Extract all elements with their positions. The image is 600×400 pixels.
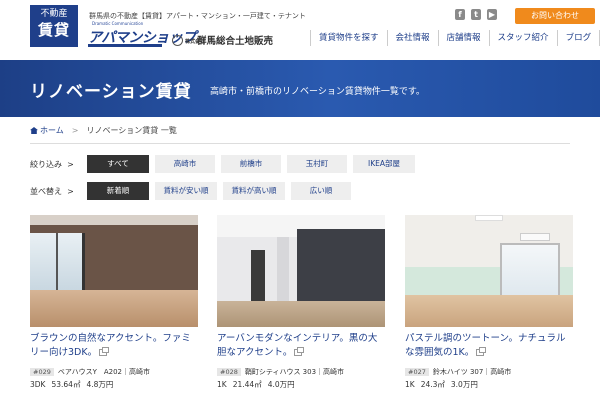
listing-name: 鞘町シティハウス 303｜高崎市 [244,368,345,376]
photo-ceiling-light [475,215,503,221]
global-nav: 賃貸物件を探す 会社情報 店舗情報 スタッフ紹介 ブログ [310,30,600,46]
brand-badge-bottom: 賃貸 [37,21,70,39]
listing-id-badge: #027 [405,368,429,376]
nav-item-search-rentals[interactable]: 賃貸物件を探す [311,30,388,46]
filter-tamamura[interactable]: 玉村町 [287,155,347,173]
listing-meta: #028 鞘町シティハウス 303｜高崎市 [217,367,385,377]
sort-rent-low[interactable]: 賃料が安い順 [155,182,217,200]
breadcrumb-current: リノベーション賃貸 一覧 [86,126,177,135]
listing-title[interactable]: ブラウンの自然なアクセント。ファミリー向け3DK。 [30,332,198,360]
divider [30,143,570,144]
home-icon [30,127,38,134]
listing-title[interactable]: パステル調のツートーン。ナチュラルな雰囲気の1K。 [405,332,573,360]
listing-area: 24.3㎡ [420,380,445,389]
listing-title-text[interactable]: パステル調のツートーン。ナチュラルな雰囲気の1K。 [405,333,565,358]
nav-item-blog[interactable]: ブログ [558,30,600,46]
company-name: 群馬総合土地販売 [197,36,274,47]
listing-title[interactable]: アーバンモダンなインテリア。黒の大胆なアクセント。 [217,332,385,360]
nav-item-staff[interactable]: スタッフ紹介 [490,30,558,46]
breadcrumb: ホーム > リノベーション賃貸 一覧 [30,125,177,136]
listing-layout: 1K [217,380,227,389]
listing-title-text[interactable]: ブラウンの自然なアクセント。ファミリー向け3DK。 [30,333,191,358]
breadcrumb-home[interactable]: ホーム [40,126,64,135]
filter-arrow: > [67,159,74,169]
company-logo[interactable]: 株式会社群馬総合土地販売 [172,33,273,47]
nav-item-stores[interactable]: 店舗情報 [439,30,490,46]
photo-floor [405,295,573,327]
sort-area[interactable]: 広い順 [291,182,351,200]
listing-layout: 3DK [30,380,46,389]
page-subtitle: 高崎市・前橋市のリノベーション賃貸物件一覧です。 [210,87,425,97]
listing-id-badge: #029 [30,368,54,376]
site-tagline: 群馬県の不動産【賃貸】アパート・マンション・一戸建て・テナント [89,12,306,20]
nav-item-company[interactable]: 会社情報 [388,30,439,46]
photo-ceiling [30,215,198,225]
listing-meta: #027 鈴木ハイツ 307｜高崎市 [405,367,573,377]
external-link-icon [294,347,305,356]
filter-label: 絞り込み > [30,159,87,170]
photo-floor [217,301,385,327]
external-link-icon [476,347,487,356]
photo-door [251,250,265,302]
sort-rent-high[interactable]: 賃料が高い順 [223,182,285,200]
listing-area: 21.44㎡ [232,380,262,389]
youtube-icon[interactable]: ▶ [487,9,497,20]
filter-row: 絞り込み > すべて 高崎市 前橋市 玉村町 IKEA部屋 [30,155,421,173]
sort-row: 並べ替え > 新着順 賃料が安い順 賃料が高い順 広い順 [30,182,357,200]
logo-small-text: Dramatic Communication [92,21,144,26]
listing-area: 53.64㎡ [51,380,81,389]
listing-card[interactable]: パステル調のツートーン。ナチュラルな雰囲気の1K。 #027 鈴木ハイツ 307｜… [405,215,573,390]
hero-banner: リノベーション賃貸 高崎市・前橋市のリノベーション賃貸物件一覧です。 [0,60,600,117]
photo-accent-wall [297,229,385,303]
listing-rent: 4.0万円 [267,380,295,389]
sort-arrow: > [67,186,74,196]
sort-label-text: 並べ替え [30,186,62,196]
listing-specs: 3DK 53.64㎡ 4.8万円 [30,379,198,390]
company-corp-label: 株式会社 [185,39,206,45]
listing-rent: 3.0万円 [450,380,478,389]
listing-name: 鈴木ハイツ 307｜高崎市 [432,368,512,376]
photo-column [277,237,289,307]
filter-all[interactable]: すべて [87,155,149,173]
listing-specs: 1K 24.3㎡ 3.0万円 [405,379,573,390]
logo-underline [88,44,162,47]
brand-badge[interactable]: 不動産 賃貸 [30,5,78,47]
filter-maebashi[interactable]: 前橋市 [221,155,281,173]
external-link-icon [99,347,110,356]
site-header: 不動産 賃貸 群馬県の不動産【賃貸】アパート・マンション・一戸建て・テナント D… [0,0,600,60]
listing-card[interactable]: ブラウンの自然なアクセント。ファミリー向け3DK。 #029 ベアハウスY A20… [30,215,198,390]
breadcrumb-separator: > [71,126,79,135]
listing-photo[interactable] [30,215,198,327]
listing-id-badge: #028 [217,368,241,376]
company-mark-icon [172,35,183,46]
listing-specs: 1K 21.44㎡ 4.0万円 [217,379,385,390]
filter-ikea[interactable]: IKEA部屋 [353,155,415,173]
listing-photo[interactable] [405,215,573,327]
listing-name: ベアハウスY A202｜高崎市 [57,368,151,376]
brand-badge-top: 不動産 [40,9,68,19]
listing-card[interactable]: アーバンモダンなインテリア。黒の大胆なアクセント。 #028 鞘町シティハウス 3… [217,215,385,390]
twitter-icon[interactable]: t [471,9,481,20]
photo-floor [30,290,198,327]
listing-meta: #029 ベアハウスY A202｜高崎市 [30,367,198,377]
facebook-icon[interactable]: f [455,9,465,20]
filter-takasaki[interactable]: 高崎市 [155,155,215,173]
photo-window-frame [56,233,58,293]
listing-photo[interactable] [217,215,385,327]
photo-air-conditioner [520,233,550,241]
listing-rent: 4.8万円 [86,380,114,389]
sort-label: 並べ替え > [30,186,87,197]
listing-layout: 1K [405,380,415,389]
page-title: リノベーション賃貸 [30,82,192,102]
sort-newest[interactable]: 新着順 [87,182,149,200]
social-links: f t ▶ [455,9,497,20]
contact-button[interactable]: お問い合わせ [515,8,595,24]
filter-label-text: 絞り込み [30,159,62,169]
photo-window [500,243,560,298]
